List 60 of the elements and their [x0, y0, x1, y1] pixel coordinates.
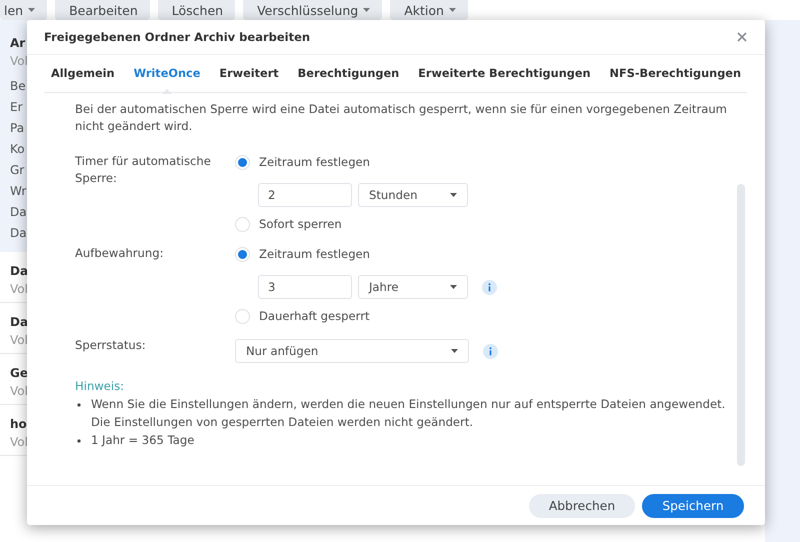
item-subtitle: Vol [10, 332, 29, 349]
item-detail: Er [10, 99, 24, 116]
item-detail: Ko [10, 141, 26, 158]
status-dropdown[interactable]: Nur anfügen [235, 339, 469, 363]
tab[interactable]: NFS-Berechtigungen [610, 54, 742, 92]
bullet-icon [77, 403, 81, 407]
toolbar-button[interactable]: len [0, 0, 48, 20]
field-label: Timer für automatische Sperre: [75, 153, 212, 187]
description-text: Bei der automatischen Sperre wird eine Datei automatisch gesperrt, wenn sie für einen vorgegebenen Zeitraum nicht geändert wird. [75, 101, 728, 135]
item-detail: Da [10, 204, 28, 221]
item-subtitle: Vol [10, 53, 29, 70]
radio-button[interactable] [235, 246, 250, 262]
field-label: Aufbewahrung: [75, 245, 165, 262]
caret-icon [450, 285, 457, 289]
hint-text: 1 Jahr = 365 Tage [91, 432, 194, 449]
info-icon[interactable] [483, 344, 498, 358]
number-field[interactable]: 3 [258, 275, 352, 299]
toolbar-button[interactable]: Bearbeiten [55, 0, 150, 20]
radio-label: Dauerhaft gesperrt [259, 309, 370, 323]
radio-button[interactable] [235, 154, 250, 170]
toolbar-button[interactable]: Löschen [158, 0, 236, 20]
tab[interactable]: Allgemein [51, 54, 115, 92]
info-icon[interactable] [482, 280, 497, 294]
tab[interactable]: Berechtigungen [298, 54, 400, 92]
close-icon[interactable] [737, 32, 747, 42]
item-subtitle: Vol [10, 383, 29, 400]
item-title: ho [10, 416, 28, 433]
unit-dropdown[interactable]: Jahre [358, 275, 468, 299]
scrollbar[interactable] [737, 184, 745, 466]
item-title: Da [10, 263, 30, 280]
item-title: Da [10, 314, 30, 331]
tab[interactable]: Erweiterte Berechtigungen [418, 54, 591, 92]
hint-title: Hinweis: [75, 378, 126, 395]
field-label: Sperrstatus: [75, 337, 147, 354]
radio-button[interactable] [235, 216, 250, 232]
cancel-button[interactable]: Abbrechen [529, 494, 635, 518]
dialog-title: Freigegebenen Ordner Archiv bearbeiten [44, 30, 310, 44]
hint-text: Wenn Sie die Einstellungen ändern, werden die neuen Einstellungen nur auf entsperrte Dateien angewendet. Die Einstellungen von gesperrten Dateien werden nicht geändert. [91, 396, 726, 431]
item-detail: Pa [10, 120, 26, 137]
item-detail: Gr [10, 162, 26, 179]
save-button[interactable]: Speichern [642, 494, 744, 518]
item-title: Ge [10, 365, 29, 382]
tab[interactable]: WriteOnce [134, 54, 200, 92]
toolbar-button[interactable]: Verschlüsselung [243, 0, 382, 20]
item-subtitle: Vol [10, 281, 29, 298]
caret-icon [450, 193, 457, 197]
radio-label: Zeitraum festlegen [259, 247, 370, 261]
radio-button[interactable] [235, 308, 250, 324]
number-field[interactable]: 2 [258, 183, 352, 207]
radio-label: Zeitraum festlegen [259, 155, 370, 169]
item-subtitle: Vol [10, 434, 29, 451]
bullet-icon [77, 439, 81, 443]
item-detail: Wr [10, 183, 28, 200]
item-detail: Be [10, 78, 27, 95]
item-detail: Da [10, 225, 28, 242]
unit-dropdown[interactable]: Stunden [358, 183, 468, 207]
radio-label: Sofort sperren [259, 217, 342, 231]
tab[interactable]: Erweitert [219, 54, 279, 92]
caret-icon [451, 349, 458, 353]
toolbar-button[interactable]: Aktion [390, 0, 468, 20]
